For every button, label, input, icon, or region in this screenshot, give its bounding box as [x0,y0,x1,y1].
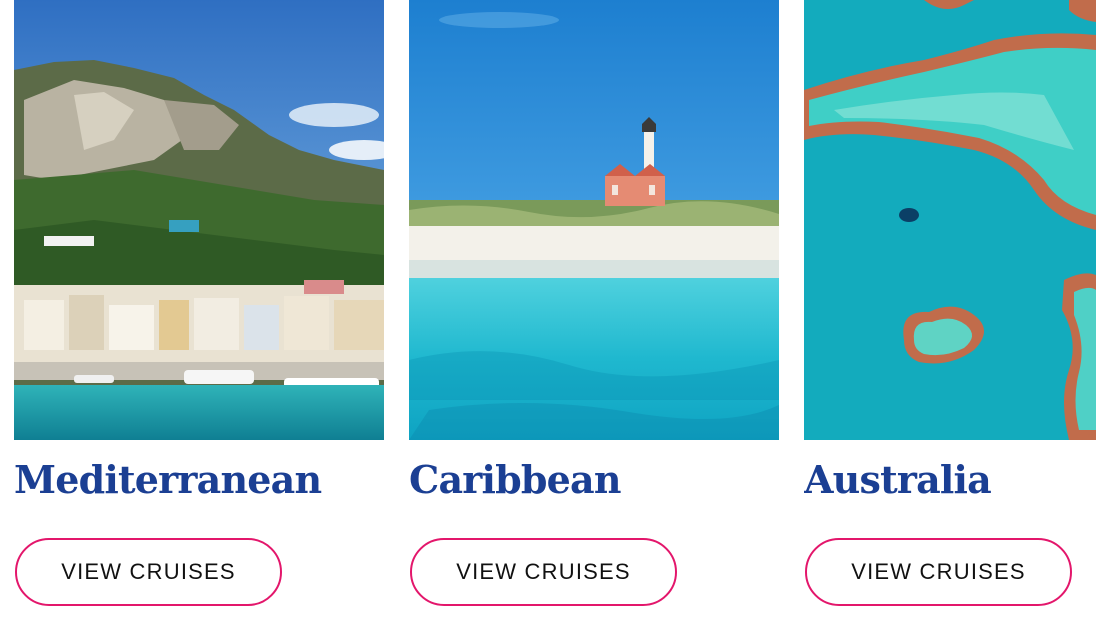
australia-photo[interactable] [804,0,1096,440]
mediterranean-photo[interactable] [14,0,384,440]
view-cruises-button[interactable]: VIEW CRUISES [15,538,282,606]
destination-cards: Mediterranean VIEW CRUISES Caribbean VIE… [0,0,1096,630]
view-cruises-button[interactable]: VIEW CRUISES [410,538,677,606]
destination-card-caribbean: Caribbean VIEW CRUISES [409,0,779,630]
view-cruises-button[interactable]: VIEW CRUISES [805,538,1072,606]
caribbean-photo[interactable] [409,0,779,440]
destination-card-australia: Australia VIEW CRUISES [804,0,1096,630]
destination-title[interactable]: Mediterranean [14,457,322,502]
destination-title[interactable]: Australia [804,457,992,502]
destination-title[interactable]: Caribbean [409,457,622,502]
destination-card-mediterranean: Mediterranean VIEW CRUISES [14,0,384,630]
